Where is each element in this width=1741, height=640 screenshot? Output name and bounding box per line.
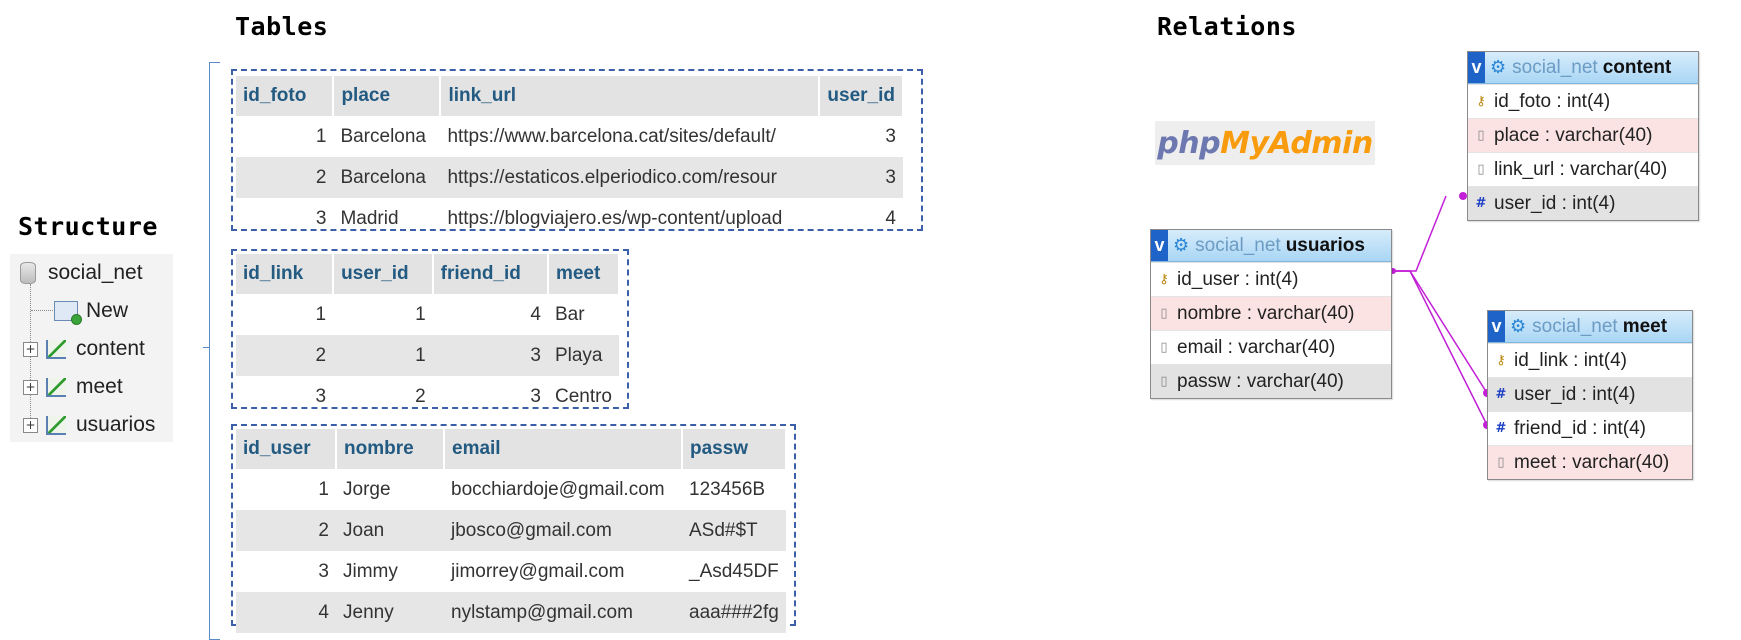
field-row: ▯ email : varchar(40) xyxy=(1151,330,1391,364)
relation-table-content[interactable]: v ⚙ social_net content ⚷ id_foto : int(4)… xyxy=(1467,51,1699,221)
field-label: friend_id : int(4) xyxy=(1514,417,1647,439)
gear-icon[interactable]: ⚙ xyxy=(1510,316,1526,337)
column-icon: ▯ xyxy=(1477,162,1485,177)
field-row: ▯ passw : varchar(40) xyxy=(1151,364,1391,398)
field-label: id_user : int(4) xyxy=(1177,268,1299,290)
field-row: # user_id : int(4) xyxy=(1468,186,1698,220)
field-row: ▯ link_url : varchar(40) xyxy=(1468,152,1698,186)
relation-table-header[interactable]: v ⚙ social_net content xyxy=(1468,52,1698,84)
column-icon: ▯ xyxy=(1160,374,1168,389)
toggle-columns-button[interactable]: v xyxy=(1151,230,1168,261)
column-icon: ▯ xyxy=(1160,340,1168,355)
field-label: place : varchar(40) xyxy=(1494,124,1653,146)
gear-icon[interactable]: ⚙ xyxy=(1173,235,1189,256)
field-row: ⚷ id_user : int(4) xyxy=(1151,262,1391,296)
field-row: ▯ place : varchar(40) xyxy=(1468,118,1698,152)
field-label: passw : varchar(40) xyxy=(1177,370,1344,392)
field-label: id_link : int(4) xyxy=(1514,349,1627,371)
column-icon: ▯ xyxy=(1497,455,1505,470)
relation-line-content xyxy=(1393,195,1447,272)
column-icon: ▯ xyxy=(1477,128,1485,143)
field-row: ⚷ id_foto : int(4) xyxy=(1468,84,1698,118)
gear-icon[interactable]: ⚙ xyxy=(1490,57,1506,78)
relation-line-meet-friend xyxy=(1393,270,1488,426)
relation-table-header[interactable]: v ⚙ social_net usuarios xyxy=(1151,230,1391,262)
field-row: # friend_id : int(4) xyxy=(1488,411,1692,445)
key-icon: ⚷ xyxy=(1496,353,1506,368)
field-row: # user_id : int(4) xyxy=(1488,377,1692,411)
field-label: email : varchar(40) xyxy=(1177,336,1336,358)
toggle-columns-button[interactable]: v xyxy=(1488,311,1505,342)
database-name: social_net xyxy=(1512,56,1598,78)
field-row: ⚷ id_link : int(4) xyxy=(1488,343,1692,377)
table-name: usuarios xyxy=(1285,234,1365,256)
field-label: id_foto : int(4) xyxy=(1494,90,1611,112)
column-icon: ▯ xyxy=(1160,306,1168,321)
numeric-field-icon: # xyxy=(1475,196,1487,211)
field-label: meet : varchar(40) xyxy=(1514,451,1670,473)
database-name: social_net xyxy=(1195,234,1281,256)
field-label: link_url : varchar(40) xyxy=(1494,158,1668,180)
database-name: social_net xyxy=(1532,315,1618,337)
field-label: user_id : int(4) xyxy=(1494,192,1616,214)
relation-table-usuarios[interactable]: v ⚙ social_net usuarios ⚷ id_user : int(4… xyxy=(1150,229,1392,399)
table-name: meet xyxy=(1622,315,1668,337)
numeric-field-icon: # xyxy=(1495,387,1507,402)
numeric-field-icon: # xyxy=(1495,421,1507,436)
relation-endpoint xyxy=(1459,192,1467,200)
field-label: user_id : int(4) xyxy=(1514,383,1636,405)
field-label: nombre : varchar(40) xyxy=(1177,302,1355,324)
field-row: ▯ nombre : varchar(40) xyxy=(1151,296,1391,330)
relation-table-meet[interactable]: v ⚙ social_net meet ⚷ id_link : int(4) # u… xyxy=(1487,310,1693,480)
toggle-columns-button[interactable]: v xyxy=(1468,52,1485,83)
field-row: ▯ meet : varchar(40) xyxy=(1488,445,1692,479)
key-icon: ⚷ xyxy=(1159,272,1169,287)
relation-table-header[interactable]: v ⚙ social_net meet xyxy=(1488,311,1692,343)
table-name: content xyxy=(1602,56,1672,78)
key-icon: ⚷ xyxy=(1476,94,1486,109)
